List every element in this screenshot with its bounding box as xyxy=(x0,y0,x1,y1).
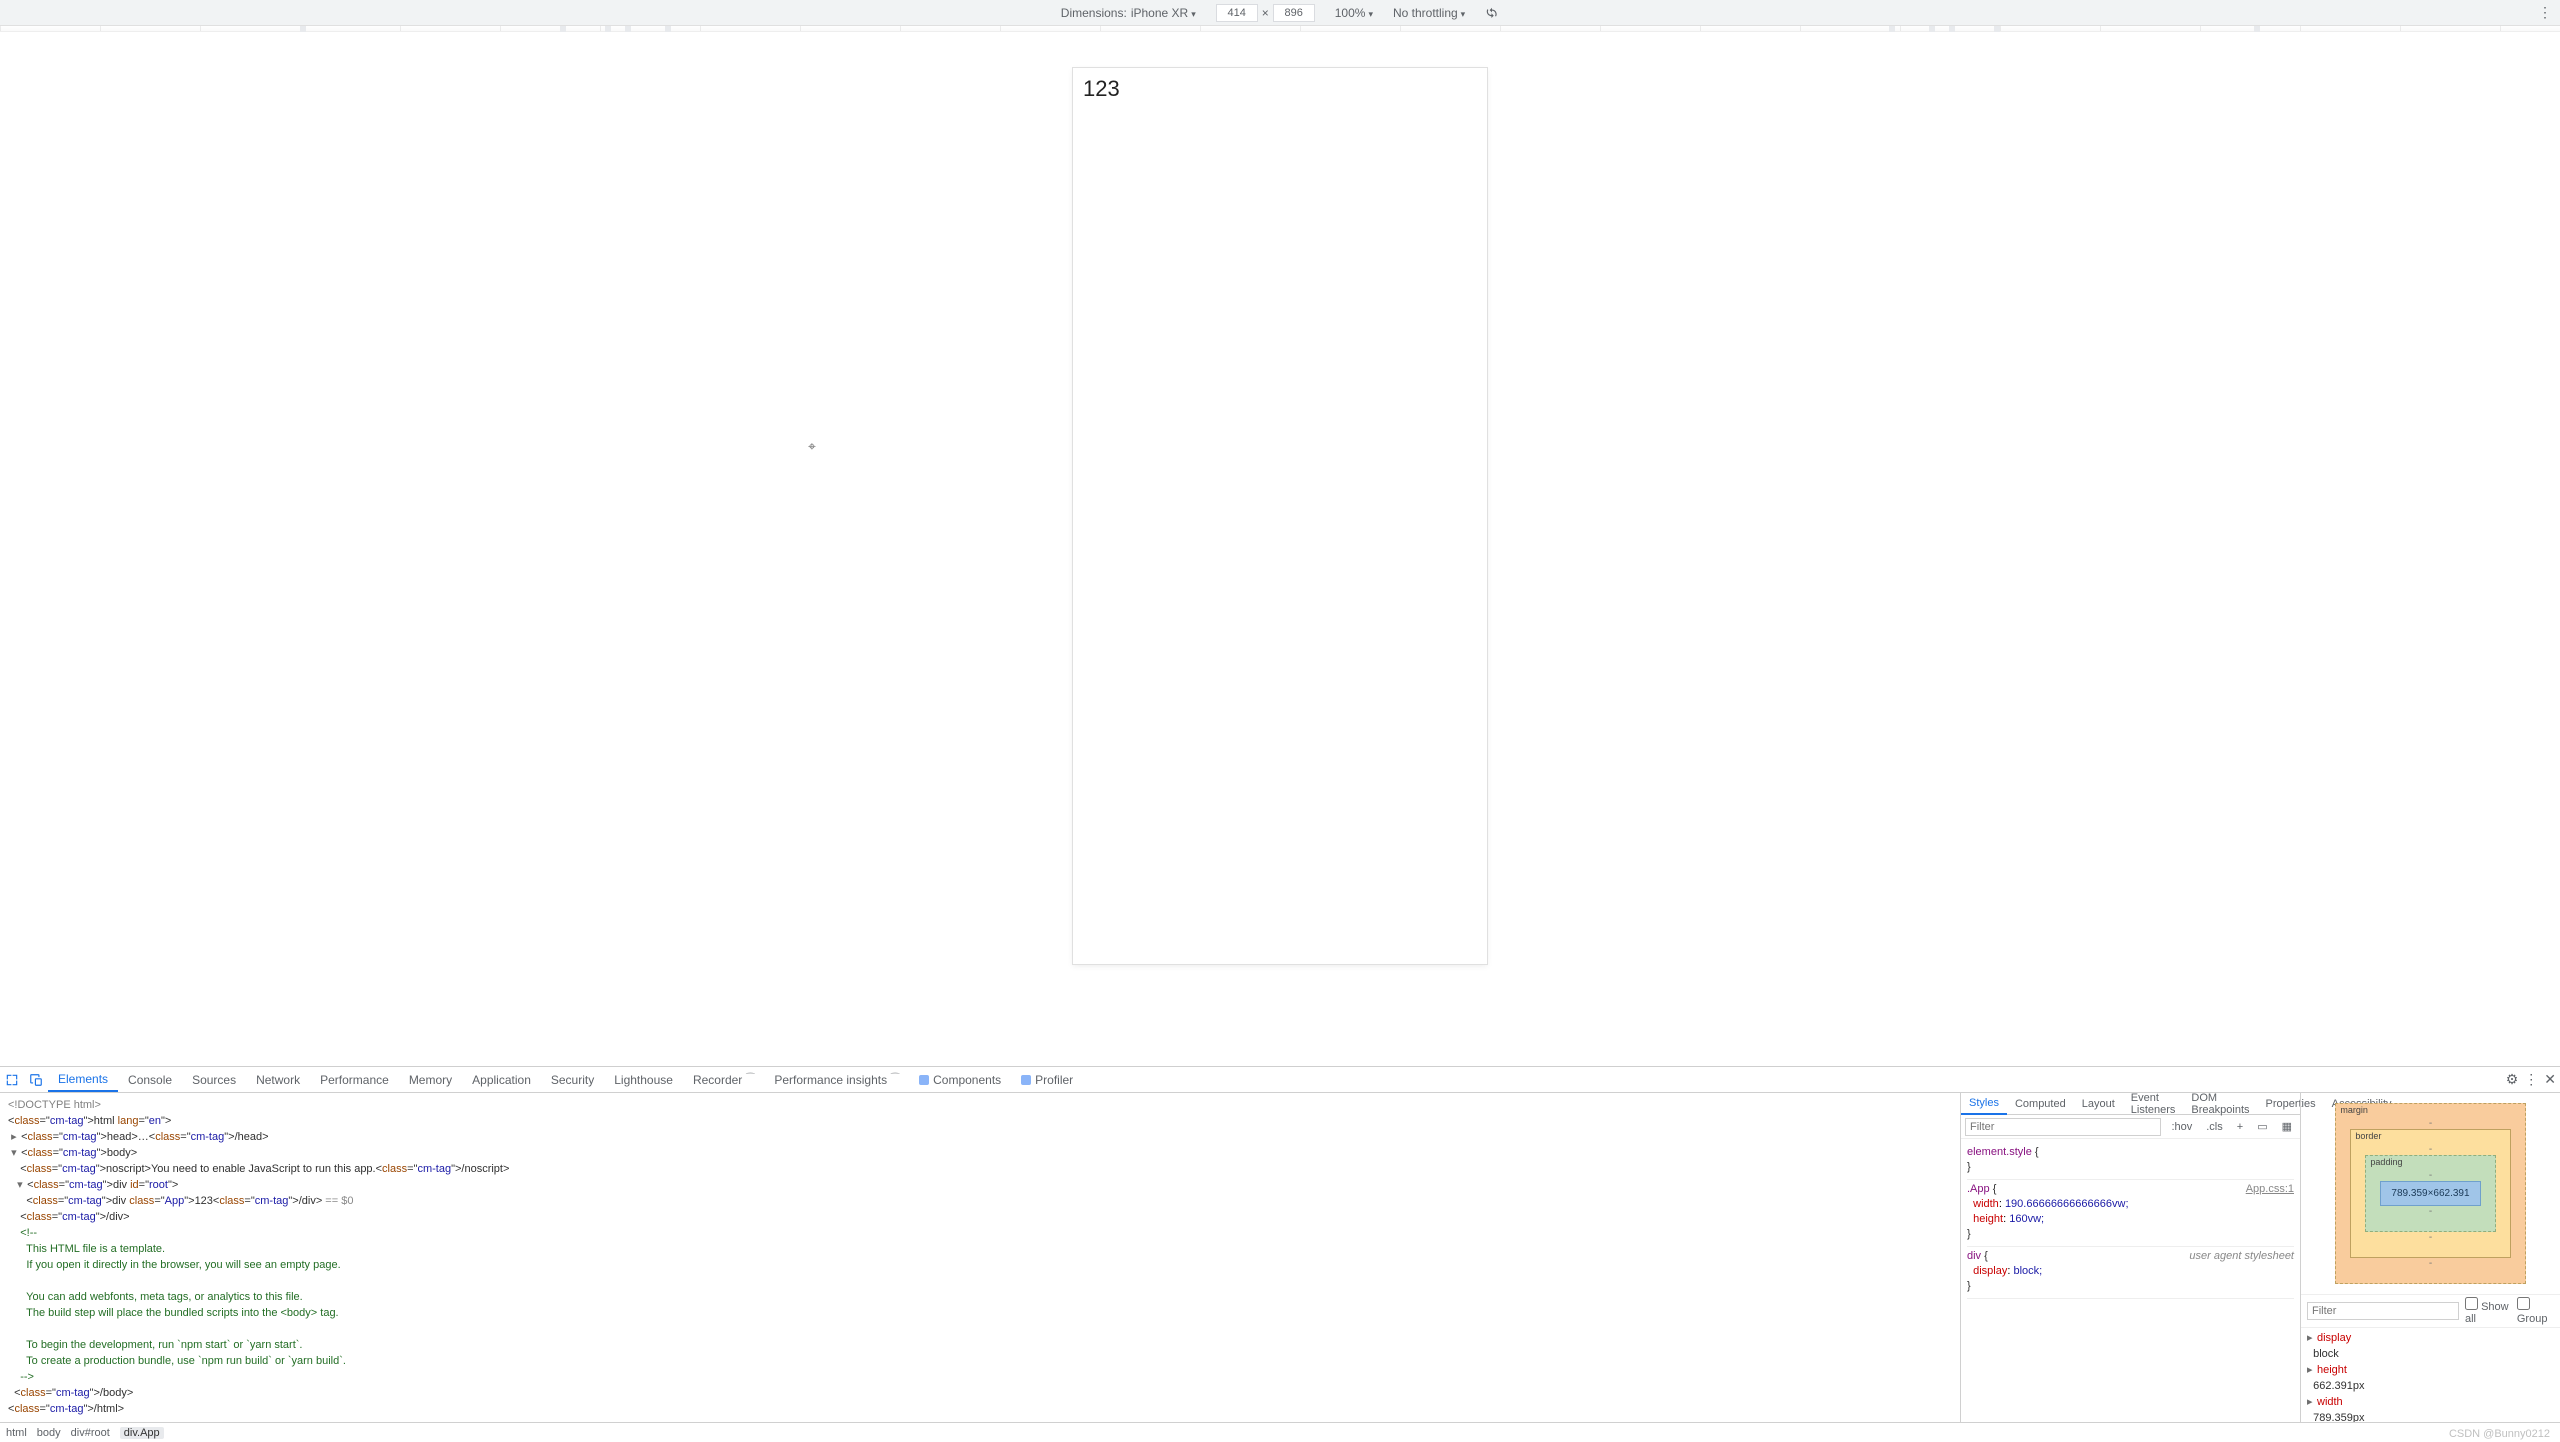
show-all-checkbox[interactable]: Show all xyxy=(2465,1297,2511,1325)
styles-tabbar: StylesComputedLayoutEvent ListenersDOM B… xyxy=(1961,1093,2300,1115)
throttling-select[interactable]: No throttling xyxy=(1393,6,1465,20)
elements-tree[interactable]: <!DOCTYPE html><class="cm-tag">html lang… xyxy=(0,1093,1960,1422)
dimensions-x: × xyxy=(1262,6,1269,20)
device-height-input[interactable] xyxy=(1273,4,1315,22)
elements-breadcrumb[interactable]: html body div#root div.App xyxy=(0,1422,2560,1442)
side-tab-layout[interactable]: Layout xyxy=(2074,1093,2123,1114)
tab-console[interactable]: Console xyxy=(118,1067,182,1092)
device-mode-icon[interactable] xyxy=(24,1068,48,1092)
styles-more-icon[interactable]: ▦ xyxy=(2278,1120,2296,1133)
crumb-html[interactable]: html xyxy=(6,1427,27,1439)
tab-recorder[interactable]: Recorder⁀ xyxy=(683,1067,764,1092)
device-frame: 123 xyxy=(1073,68,1487,964)
devtools-panel: ElementsConsoleSourcesNetworkPerformance… xyxy=(0,1066,2560,1442)
tab-sources[interactable]: Sources xyxy=(182,1067,246,1092)
tab-security[interactable]: Security xyxy=(541,1067,604,1092)
zoom-select[interactable]: 100% xyxy=(1335,6,1373,20)
new-rule-button[interactable]: + xyxy=(2233,1121,2247,1133)
styles-pin-icon[interactable]: ▭ xyxy=(2253,1120,2271,1133)
tab-network[interactable]: Network xyxy=(246,1067,310,1092)
device-toolbar-menu[interactable]: ⋮ xyxy=(2538,4,2552,21)
styles-rules[interactable]: element.style {}App.css:1.App { width: 1… xyxy=(1961,1139,2300,1422)
computed-pane: margin- border- padding- 789.359×662.391… xyxy=(2300,1093,2560,1422)
tab-application[interactable]: Application xyxy=(462,1067,541,1092)
tab-profiler[interactable]: Profiler xyxy=(1011,1067,1083,1092)
computed-filter-input[interactable] xyxy=(2307,1302,2459,1320)
tab-memory[interactable]: Memory xyxy=(399,1067,462,1092)
device-width-input[interactable] xyxy=(1216,4,1258,22)
crumb-body[interactable]: body xyxy=(37,1427,61,1439)
side-tab-dom-breakpoints[interactable]: DOM Breakpoints xyxy=(2183,1093,2257,1114)
device-toolbar: Dimensions: iPhone XR × 100% No throttli… xyxy=(0,0,2560,26)
crumb-div-App[interactable]: div.App xyxy=(120,1427,164,1439)
hov-toggle[interactable]: :hov xyxy=(2167,1121,2196,1133)
computed-list[interactable]: ▸display block▸height 662.391px▸width 78… xyxy=(2301,1328,2560,1422)
box-model: margin- border- padding- 789.359×662.391… xyxy=(2301,1093,2560,1294)
styles-filter-input[interactable] xyxy=(1965,1118,2161,1136)
crumb-div-root[interactable]: div#root xyxy=(71,1427,110,1439)
devtools-settings-icon[interactable]: ⚙ xyxy=(2506,1071,2519,1088)
side-tab-event-listeners[interactable]: Event Listeners xyxy=(2123,1093,2184,1114)
device-select[interactable]: iPhone XR xyxy=(1131,6,1196,20)
devtools-tabbar: ElementsConsoleSourcesNetworkPerformance… xyxy=(0,1067,2560,1093)
app-root-text: 123 xyxy=(1073,68,1487,110)
devtools-close-icon[interactable]: ✕ xyxy=(2544,1071,2556,1088)
tab-elements[interactable]: Elements xyxy=(48,1067,118,1092)
group-checkbox[interactable]: Group xyxy=(2517,1297,2554,1325)
inspect-icon[interactable] xyxy=(0,1068,24,1092)
computed-filter-bar: Show all Group xyxy=(2301,1294,2560,1328)
side-tab-styles[interactable]: Styles xyxy=(1961,1094,2007,1115)
side-tab-computed[interactable]: Computed xyxy=(2007,1093,2074,1114)
tab-lighthouse[interactable]: Lighthouse xyxy=(604,1067,683,1092)
dimensions-label: Dimensions: xyxy=(1061,6,1127,20)
styles-toolbar: :hov .cls + ▭ ▦ xyxy=(1961,1115,2300,1139)
tab-performance[interactable]: Performance xyxy=(310,1067,399,1092)
box-model-content: 789.359×662.391 xyxy=(2380,1181,2480,1206)
viewport-stage: 123 xyxy=(0,32,2560,1066)
cls-toggle[interactable]: .cls xyxy=(2202,1121,2227,1133)
rotate-icon[interactable] xyxy=(1475,0,1509,25)
styles-pane: StylesComputedLayoutEvent ListenersDOM B… xyxy=(1960,1093,2300,1422)
tab-components[interactable]: Components xyxy=(909,1067,1011,1092)
devtools-kebab-icon[interactable]: ⋮ xyxy=(2524,1071,2538,1088)
tab-performance-insights[interactable]: Performance insights⁀ xyxy=(764,1067,909,1092)
